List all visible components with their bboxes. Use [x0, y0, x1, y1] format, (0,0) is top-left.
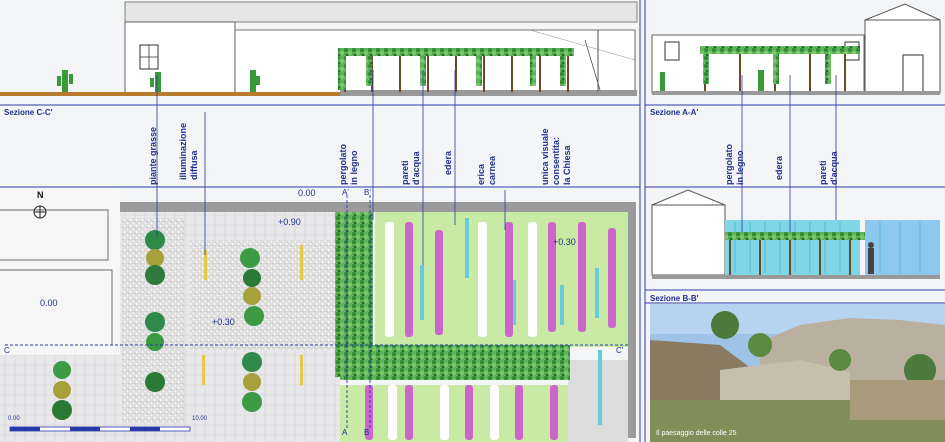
section-cc-elevation: [0, 1, 638, 96]
elevation-030-right: +0.30: [553, 237, 576, 247]
label-pareti-right: pareti: [818, 160, 828, 185]
elevation-000-left: 0.00: [40, 298, 58, 308]
section-marker-a-bottom: A: [342, 428, 348, 437]
north-label: N: [37, 190, 44, 200]
elevation-000-top: 0.00: [298, 188, 316, 198]
section-bb-title: Sezione B-B': [650, 294, 699, 303]
label-in-legno: in legno: [349, 150, 359, 186]
label-carnea: carnea: [487, 155, 497, 185]
elevation-030-left: +0.30: [212, 317, 235, 327]
scale-start-label: 0.00: [8, 416, 20, 422]
north-arrow: [33, 205, 47, 219]
section-bb-elevation: [651, 189, 940, 279]
scale-end-label: 10.00: [192, 416, 208, 422]
label-edera-right: edera: [774, 155, 784, 180]
label-erica: erica: [476, 163, 486, 185]
section-marker-b: B': [364, 188, 371, 197]
elevation-090: +0.90: [278, 217, 301, 227]
label-diffusa: diffusa: [189, 150, 199, 180]
label-unica-visuale: unica visuale: [540, 128, 550, 185]
label-pergolato-right: pergolato: [724, 143, 734, 185]
site-plan: [0, 188, 636, 442]
label-piante-grasse: piante grasse: [148, 126, 158, 185]
label-edera: edera: [443, 150, 453, 175]
label-consentita: consentita:: [551, 136, 561, 185]
section-marker-c: C: [4, 346, 10, 355]
drawing-sheet: { "sections": { "cc_title": "Sezione C-C…: [0, 0, 945, 442]
site-photo: [650, 304, 945, 442]
section-aa-elevation: [651, 3, 941, 95]
photo-caption: Il paesaggio delle colle 25: [656, 430, 737, 437]
label-pareti: pareti: [400, 160, 410, 185]
section-marker-a: A': [342, 188, 349, 197]
label-in-legno-right: in legno: [735, 150, 745, 186]
label-dacqua-right: d'acqua: [829, 151, 839, 185]
architectural-drawing: [0, 0, 945, 442]
label-illuminazione: illuminazione: [178, 122, 188, 180]
label-la-chiesa: la Chiesa: [562, 145, 572, 185]
label-pergolato: pergolato: [338, 143, 348, 185]
section-cc-title: Sezione C-C': [4, 108, 53, 117]
section-marker-b-bottom: B: [364, 428, 370, 437]
scale-bar: [9, 426, 191, 432]
label-dacqua: d'acqua: [411, 151, 421, 185]
section-marker-c-right: C': [616, 346, 624, 355]
section-aa-title: Sezione A-A': [650, 108, 699, 117]
